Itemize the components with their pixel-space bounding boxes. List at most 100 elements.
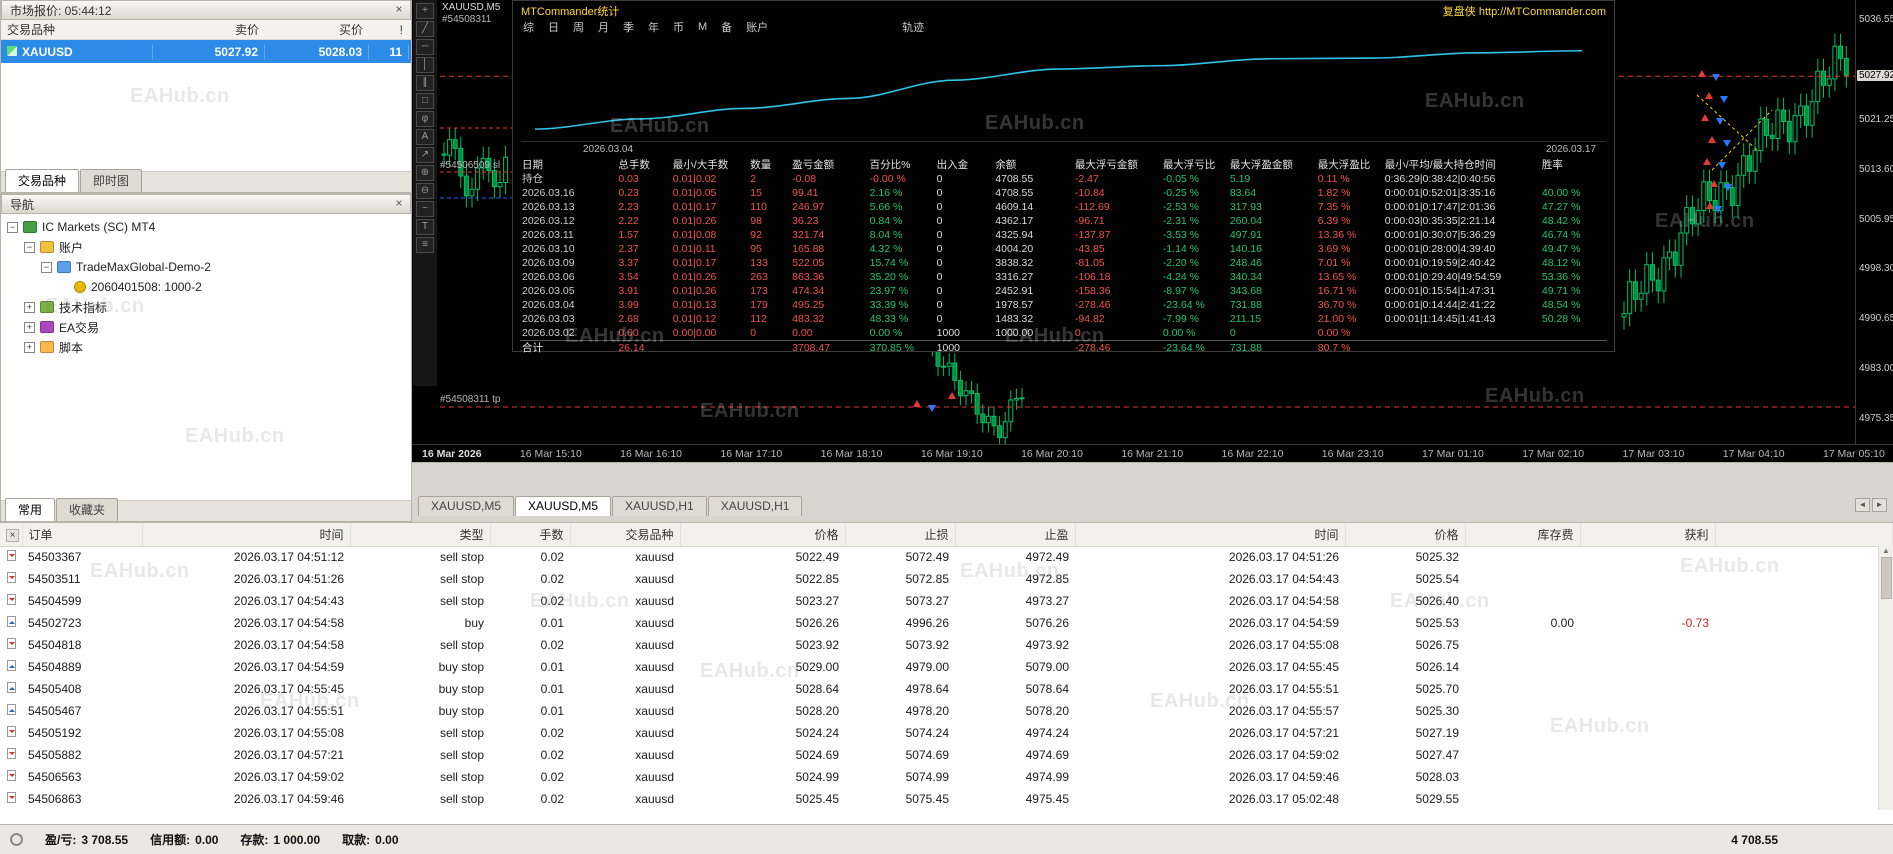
price-scale-label: 5005.95 <box>1859 213 1893 225</box>
tree-item-label: 技术指标 <box>59 300 108 315</box>
tree-item[interactable]: + 技术指标 <box>1 297 411 317</box>
col-bid[interactable]: 卖价 <box>153 21 265 38</box>
tab-common[interactable]: 常用 <box>5 498 56 521</box>
fibo-icon[interactable]: φ <box>416 111 434 127</box>
order-row[interactable]: 54503367 2026.03.17 04:51:12 sell stop 0.02… <box>0 546 1893 568</box>
tree-item-label: IC Markets (SC) MT4 <box>42 220 156 234</box>
stats-col-header: 最小/平均/最大持仓时间 <box>1384 159 1496 171</box>
tab-tick-chart[interactable]: 即时图 <box>80 169 143 192</box>
overlay-menu-item[interactable]: 月 <box>598 19 609 35</box>
col-symbol[interactable]: 交易品种 <box>1 21 153 38</box>
arrow-icon[interactable]: ↗ <box>416 147 434 163</box>
overlay-menu-item[interactable]: 年 <box>648 19 659 35</box>
rect-icon[interactable]: □ <box>416 93 434 109</box>
tabs-scroll-right-icon[interactable]: ► <box>1872 498 1887 512</box>
text-icon[interactable]: A <box>416 129 434 145</box>
hline-icon[interactable]: ─ <box>416 39 434 55</box>
overlay-menu-item[interactable]: 账户 <box>746 19 768 35</box>
marker-icon[interactable]: T <box>416 219 434 235</box>
stats-row: 2026.03.10 2.37 0.01|0.11 95 165.88 4.32 % 0 40… <box>522 243 1581 255</box>
minus-expander-icon[interactable]: − <box>41 261 52 273</box>
scroll-thumb[interactable] <box>1880 557 1892 599</box>
close-icon[interactable]: × <box>392 197 406 211</box>
terminal-scrollbar[interactable]: ▲ <box>1878 546 1893 810</box>
orders-col-header[interactable]: 时间 <box>142 523 351 547</box>
tab-favorites[interactable]: 收藏夹 <box>56 498 119 521</box>
tabs-scroll-left-icon[interactable]: ◄ <box>1855 498 1870 512</box>
zoom-in-icon[interactable]: ⊕ <box>416 165 434 181</box>
tab-symbols[interactable]: 交易品种 <box>5 169 80 192</box>
order-row[interactable]: 54502723 2026.03.17 04:54:58 buy 0.01 xauusd… <box>0 612 1893 634</box>
tree-item[interactable]: + EA交易 <box>1 317 411 337</box>
order-row[interactable]: 54505467 2026.03.17 04:55:51 buy stop 0.01 x… <box>0 700 1893 722</box>
overlay-menu-item[interactable]: 备 <box>721 19 732 35</box>
wave-icon[interactable]: ~ <box>416 201 434 217</box>
overlay-menu-item[interactable]: 日 <box>548 19 559 35</box>
orders-col-header[interactable]: 订单 <box>22 523 143 547</box>
vline-icon[interactable]: │ <box>416 57 434 73</box>
orders-col-header[interactable]: 止盈 <box>955 523 1076 547</box>
tree-item[interactable]: 2060401508: 1000-2 <box>1 277 411 297</box>
orders-col-header[interactable]: 价格 <box>1345 523 1466 547</box>
orders-col-header[interactable]: 获利 <box>1580 523 1716 547</box>
overlay-menu-item[interactable]: 轨迹 <box>902 19 924 35</box>
col-ask[interactable]: 买价 <box>265 21 369 38</box>
stats-col-header: 出入金 <box>936 159 969 171</box>
order-type-icon <box>6 638 16 649</box>
tree-item[interactable]: − IC Markets (SC) MT4 <box>1 217 411 237</box>
close-icon[interactable]: × <box>392 3 406 17</box>
overlay-menu-item[interactable]: 币 <box>673 19 684 35</box>
order-row[interactable]: 54506563 2026.03.17 04:59:02 sell stop 0.02… <box>0 766 1893 788</box>
minus-expander-icon[interactable]: − <box>24 241 35 253</box>
overlay-brand-link[interactable]: 复盘侠 http://MTCommander.com <box>1443 3 1606 18</box>
time-axis[interactable]: 16 Mar 2026 16 Mar 15:10 16 Mar 16:10 16 Ma… <box>412 444 1893 462</box>
order-row[interactable]: 54504599 2026.03.17 04:54:43 sell stop 0.02… <box>0 590 1893 612</box>
chart-bottom-chrome <box>412 462 1893 493</box>
chart-tab[interactable]: XAUUSD,M5 <box>418 496 515 516</box>
plus-expander-icon[interactable]: + <box>24 301 35 313</box>
chart-tab[interactable]: XAUUSD,H1 <box>612 496 707 516</box>
overlay-menu-item[interactable]: 季 <box>623 19 634 35</box>
list-icon[interactable]: ≡ <box>416 237 434 253</box>
chart-caption: XAUUSD,M5 <box>442 2 501 13</box>
tree-item[interactable]: + 脚本 <box>1 337 411 357</box>
zoom-out-icon[interactable]: ⊖ <box>416 183 434 199</box>
plus-expander-icon[interactable]: + <box>24 321 35 333</box>
orders-col-header[interactable]: 止损 <box>845 523 956 547</box>
plus-expander-icon[interactable]: + <box>24 341 35 353</box>
order-row[interactable]: 54504889 2026.03.17 04:54:59 buy stop 0.01 x… <box>0 656 1893 678</box>
order-row[interactable]: 54505882 2026.03.17 04:57:21 sell stop 0.02… <box>0 744 1893 766</box>
stats-col-header: 百分比% <box>869 159 911 171</box>
orders-col-header[interactable]: 库存费 <box>1465 523 1581 547</box>
price-scale-label: 5013.60 <box>1859 163 1893 175</box>
symbol-row-xauusd[interactable]: XAUUSD 5027.92 5028.03 11 <box>1 40 411 63</box>
order-row[interactable]: 54504818 2026.03.17 04:54:58 sell stop 0.02… <box>0 634 1893 656</box>
orders-col-header[interactable]: 手数 <box>490 523 571 547</box>
chart-plot[interactable]: + ╱ ─ │ ∥ □ φ A ↗ ⊕ ⊖ ~ T ≡ XAUUSD,M5 #54508311 #5450… <box>412 0 1893 444</box>
tree-item[interactable]: − 账户 <box>1 237 411 257</box>
close-terminal-icon[interactable]: × <box>6 528 19 542</box>
trendline-icon[interactable]: ╱ <box>416 21 434 37</box>
crosshair-icon[interactable]: + <box>416 3 434 19</box>
col-spread[interactable]: ! <box>369 23 409 37</box>
scroll-up-icon[interactable]: ▲ <box>1882 546 1890 555</box>
overlay-menu-item[interactable]: 综 <box>523 19 534 35</box>
overlay-menu-item[interactable]: 周 <box>573 19 584 35</box>
chart-tab[interactable]: XAUUSD,H1 <box>707 496 803 516</box>
orders-col-header[interactable]: 类型 <box>350 523 491 547</box>
price-scale[interactable]: 5036.55 5027.92 5021.25 5013.60 5005.95 4998.… <box>1855 0 1893 444</box>
minus-expander-icon[interactable]: − <box>7 221 18 233</box>
order-row[interactable]: 54505192 2026.03.17 04:55:08 sell stop 0.02… <box>0 722 1893 744</box>
stats-col-header: 最小/大手数 <box>672 159 729 171</box>
order-row[interactable]: 54506863 2026.03.17 04:59:46 sell stop 0.02… <box>0 788 1893 810</box>
order-row[interactable]: 54505408 2026.03.17 04:55:45 buy stop 0.01 x… <box>0 678 1893 700</box>
order-row[interactable]: 54503511 2026.03.17 04:51:26 sell stop 0.02… <box>0 568 1893 590</box>
orders-col-header[interactable]: 时间 <box>1075 523 1346 547</box>
tree-item[interactable]: − TradeMaxGlobal-Demo-2 <box>1 257 411 277</box>
order-label: #54506509 sl <box>440 160 501 171</box>
orders-col-header[interactable]: 交易品种 <box>570 523 681 547</box>
channel-icon[interactable]: ∥ <box>416 75 434 91</box>
overlay-menu-item[interactable]: M <box>698 21 707 33</box>
chart-tab[interactable]: XAUUSD,M5 <box>515 496 612 516</box>
orders-col-header[interactable]: 价格 <box>680 523 846 547</box>
